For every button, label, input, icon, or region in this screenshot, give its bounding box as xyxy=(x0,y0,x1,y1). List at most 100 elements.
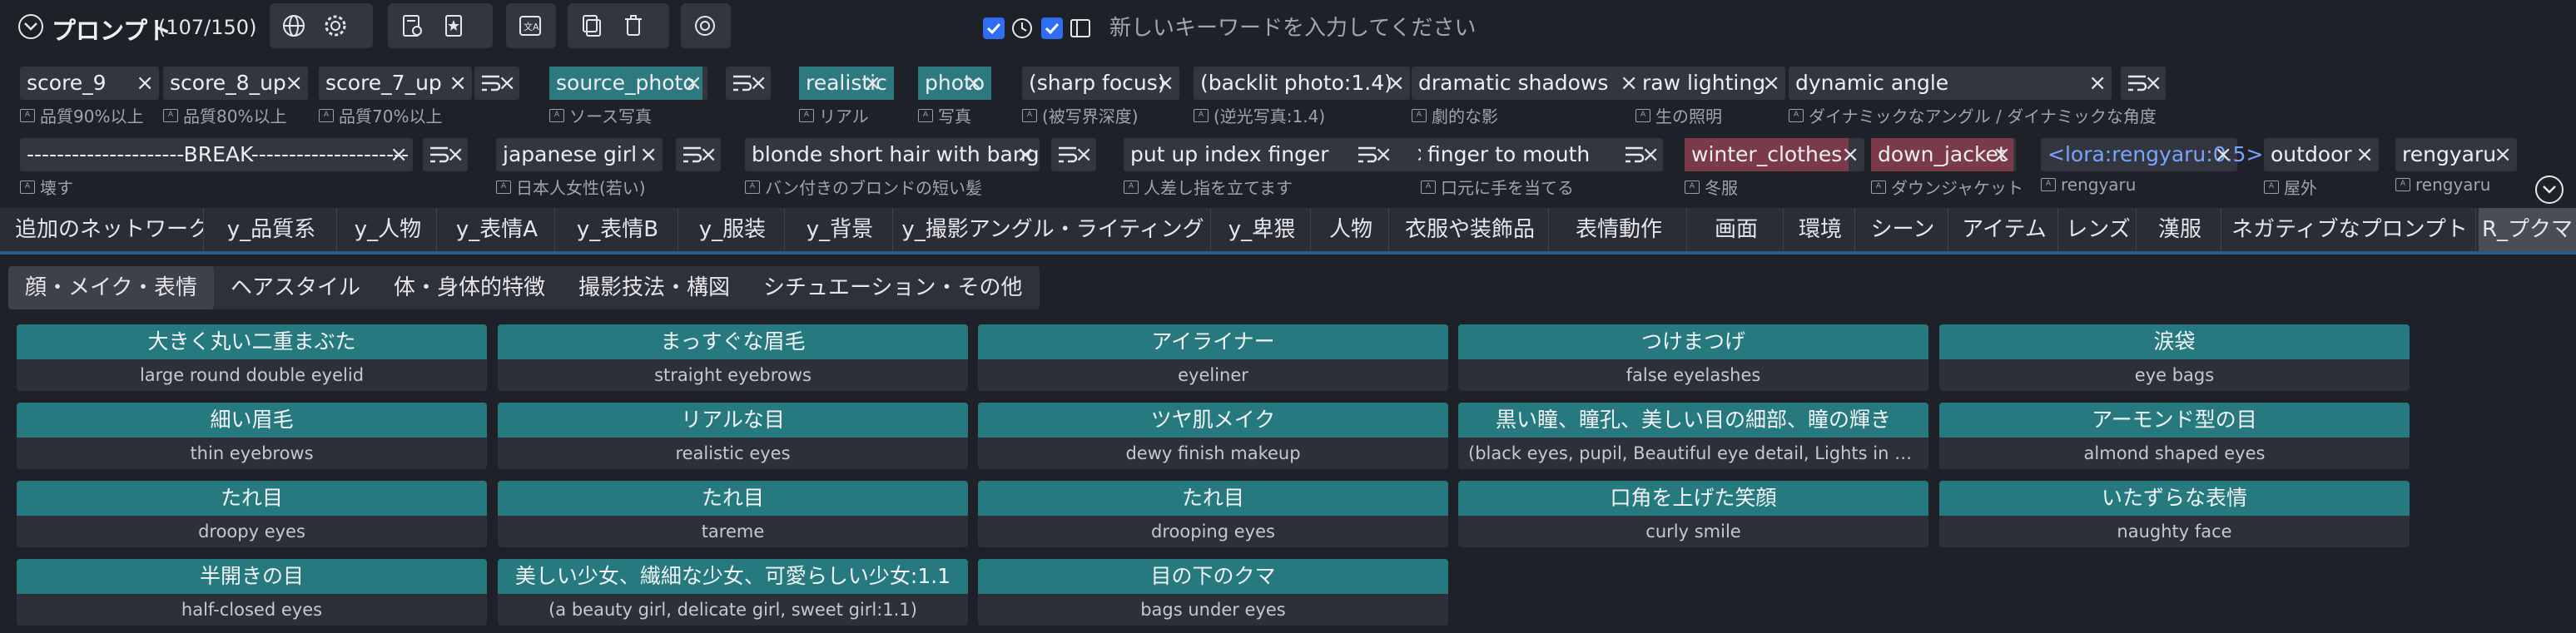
history-clock-icon[interactable] xyxy=(1010,16,1035,41)
tab-item[interactable]: y_人物 xyxy=(340,208,437,251)
keyword-card[interactable]: 目の下のクマ bags under eyes xyxy=(978,559,1448,626)
tab-item[interactable]: y_表情A xyxy=(439,208,555,251)
subtab-item[interactable]: ヘアスタイル xyxy=(214,266,377,309)
break-tag[interactable]: × xyxy=(474,67,519,100)
remove-tag-icon[interactable]: × xyxy=(1156,71,1174,96)
remove-tag-icon[interactable]: × xyxy=(1016,142,1035,167)
remove-tag-icon[interactable]: × xyxy=(1762,71,1780,96)
keyword-input[interactable] xyxy=(1108,8,2559,48)
tab-item[interactable]: R_プクマ xyxy=(2479,208,2576,251)
prompt-tag[interactable]: realistic × xyxy=(799,67,894,100)
subtab-item[interactable]: 顔・メイク・表情 xyxy=(8,266,214,309)
prompt-tag-text[interactable]: blonde short hair with bang xyxy=(745,138,1046,171)
prompt-tag-text[interactable]: dramatic shadows xyxy=(1412,67,1615,100)
prompt-tag[interactable]: score_8_up × xyxy=(163,67,308,100)
history-button[interactable] xyxy=(396,10,428,42)
prompt-tag[interactable]: (sharp focus) × xyxy=(1022,67,1179,100)
checkbox-2[interactable] xyxy=(1041,17,1063,39)
keyword-card[interactable]: 細い眉毛 thin eyebrows xyxy=(17,403,487,469)
prompt-tag-text[interactable]: <lora:rengyaru:0.5> xyxy=(2041,138,2270,171)
keyword-card[interactable]: 口角を上げた笑顔 curly smile xyxy=(1458,481,1928,547)
keyword-card[interactable]: つけまつげ false eyelashes xyxy=(1458,324,1928,391)
remove-tag-icon[interactable]: × xyxy=(1387,71,1405,96)
keyword-card[interactable]: まっすぐな眉毛 straight eyebrows xyxy=(498,324,968,391)
prompt-tag[interactable]: (backlit photo:1.4) × xyxy=(1194,67,1410,100)
keyword-card[interactable]: ツヤ肌メイク dewy finish makeup xyxy=(978,403,1448,469)
prompt-tag-text[interactable]: score_9 xyxy=(20,67,113,100)
prompt-tag[interactable]: dramatic shadows × xyxy=(1412,67,1643,100)
tab-item[interactable]: アイテム xyxy=(1951,208,2058,251)
remove-tag-icon[interactable]: × xyxy=(965,71,983,96)
remove-tag-icon[interactable]: × xyxy=(285,71,303,96)
prompt-tag-text[interactable]: (sharp focus) xyxy=(1022,67,1173,100)
tab-item[interactable]: ネガティブなプロンプト xyxy=(2224,208,2476,251)
remove-tag-icon[interactable]: × xyxy=(1641,142,1660,167)
remove-tag-icon[interactable]: × xyxy=(446,142,464,167)
remove-tag-icon[interactable]: × xyxy=(449,71,467,96)
remove-tag-icon[interactable]: × xyxy=(863,71,881,96)
break-tag[interactable]: × xyxy=(2121,67,2166,100)
remove-tag-icon[interactable]: × xyxy=(136,71,154,96)
break-tag[interactable]: × xyxy=(1351,138,1396,171)
subtab-item[interactable]: シチュエーション・その他 xyxy=(747,266,1039,309)
remove-tag-icon[interactable]: × xyxy=(2494,142,2512,167)
tab-item[interactable]: 人物 xyxy=(1313,208,1389,251)
expand-toggle[interactable] xyxy=(2535,176,2564,204)
keyword-card[interactable]: リアルな目 realistic eyes xyxy=(498,403,968,469)
tab-item[interactable]: 表情動作 xyxy=(1551,208,1687,251)
prompt-tag[interactable]: source_photo × xyxy=(549,67,707,100)
remove-tag-icon[interactable]: × xyxy=(699,142,717,167)
prompt-tag[interactable]: raw lighting × xyxy=(1635,67,1785,100)
prompt-tag[interactable]: down_jacket × xyxy=(1871,138,2016,171)
tab-item[interactable]: 漢服 xyxy=(2139,208,2221,251)
prompt-tag[interactable]: winter_clothes × xyxy=(1685,138,1864,171)
prompt-tag-text[interactable]: finger to mouth xyxy=(1421,138,1596,171)
prompt-tag[interactable]: score_9 × xyxy=(20,67,159,100)
tab-item[interactable]: 画面 xyxy=(1690,208,1784,251)
sidebar-panel-icon[interactable] xyxy=(1068,16,1093,41)
remove-tag-icon[interactable]: × xyxy=(2088,71,2107,96)
prompt-tag-text[interactable]: down_jacket xyxy=(1871,138,2013,171)
remove-tag-icon[interactable]: × xyxy=(1841,142,1859,167)
prompt-tag[interactable]: photo × xyxy=(918,67,992,100)
remove-tag-icon[interactable]: × xyxy=(2144,71,2162,96)
break-tag[interactable]: × xyxy=(676,138,721,171)
tab-item[interactable]: y_背景 xyxy=(787,208,893,251)
prompt-tag-text[interactable]: (backlit photo:1.4) xyxy=(1194,67,1399,100)
prompt-tag[interactable]: blonde short hair with bang × xyxy=(745,138,1040,171)
remove-tag-icon[interactable]: × xyxy=(1374,142,1392,167)
prompt-tag[interactable]: ---------------------BREAK--------------… xyxy=(20,138,413,171)
tab-item[interactable]: y_表情B xyxy=(558,208,678,251)
prompt-tag-text[interactable]: outdoor xyxy=(2264,138,2359,171)
remove-tag-icon[interactable]: × xyxy=(1075,142,1093,167)
keyword-card[interactable]: いたずらな表情 naughty face xyxy=(1939,481,2410,547)
prompt-tag-text[interactable]: score_8_up xyxy=(163,67,293,100)
prompt-tag[interactable]: dynamic angle × xyxy=(1789,67,2112,100)
remove-tag-icon[interactable]: × xyxy=(639,142,658,167)
tab-item[interactable]: y_服装 xyxy=(681,208,785,251)
tab-item[interactable]: y_品質系 xyxy=(206,208,337,251)
delete-button[interactable] xyxy=(618,10,649,42)
prompt-tag-text[interactable]: japanese girl xyxy=(496,138,643,171)
remove-tag-icon[interactable]: × xyxy=(498,71,516,96)
keyword-card[interactable]: アイライナー eyeliner xyxy=(978,324,1448,391)
prompt-tag[interactable]: outdoor × xyxy=(2264,138,2379,171)
keyword-card[interactable]: 半開きの目 half-closed eyes xyxy=(17,559,487,626)
prompt-tag-text[interactable]: winter_clothes xyxy=(1685,138,1849,171)
prompt-tag-text[interactable]: score_7_up xyxy=(319,67,449,100)
tab-item[interactable]: 衣服や装飾品 xyxy=(1392,208,1549,251)
tab-item[interactable]: 追加のネットワーク xyxy=(15,208,204,251)
prompt-tag-text[interactable]: dynamic angle xyxy=(1789,67,1955,100)
remove-tag-icon[interactable]: × xyxy=(2214,142,2232,167)
remove-tag-icon[interactable]: × xyxy=(749,71,767,96)
break-tag[interactable]: × xyxy=(1051,138,1096,171)
keyword-card[interactable]: たれ目 tareme xyxy=(498,481,968,547)
remove-tag-icon[interactable]: × xyxy=(390,142,408,167)
tab-item[interactable]: 環境 xyxy=(1786,208,1855,251)
keyword-card[interactable]: たれ目 droopy eyes xyxy=(17,481,487,547)
prompt-tag[interactable]: japanese girl × xyxy=(496,138,663,171)
keyword-card[interactable]: アーモンド型の目 almond shaped eyes xyxy=(1939,403,2410,469)
prompt-tag[interactable]: score_7_up × xyxy=(319,67,472,100)
break-tag[interactable]: × xyxy=(726,67,771,100)
prompt-tag-text[interactable]: put up index finger xyxy=(1124,138,1336,171)
